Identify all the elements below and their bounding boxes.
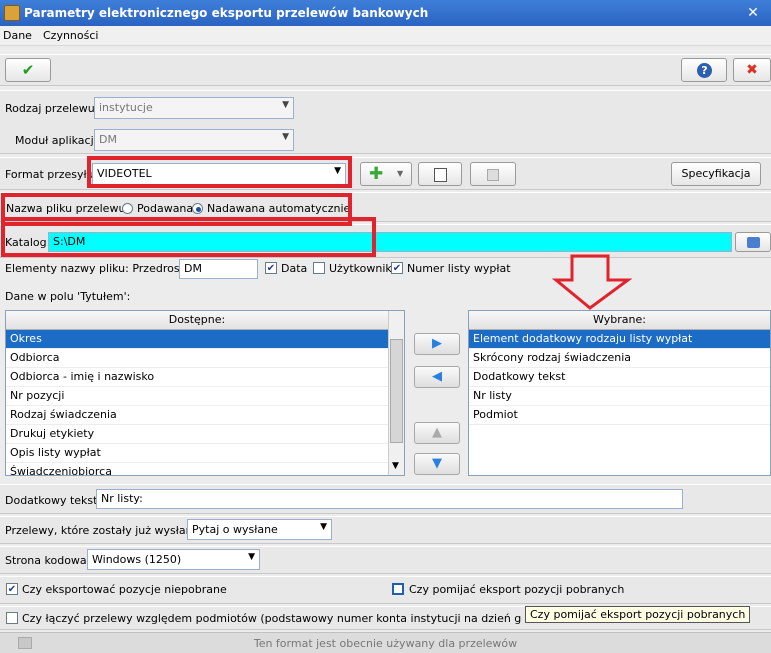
list-item[interactable]: Nr pozycji xyxy=(6,387,388,406)
check-pomijac[interactable] xyxy=(392,583,404,595)
scroll-down-icon[interactable]: ▼ xyxy=(392,461,399,471)
specification-button[interactable]: Specyfikacja xyxy=(671,162,761,186)
document-icon xyxy=(434,168,447,182)
check-numer-listy[interactable]: ✔ xyxy=(391,262,403,274)
wyslane-value: Pytaj o wysłane xyxy=(192,523,278,536)
selected-header: Wybrane: xyxy=(469,311,770,330)
rodzaj-select[interactable]: instytucje ▼ xyxy=(94,97,294,119)
check-uzytkownik[interactable] xyxy=(313,262,325,274)
toolbar: ✔ ? ✖ xyxy=(0,54,771,86)
list-item[interactable]: Nr listy xyxy=(469,387,770,406)
move-up-button[interactable]: ▲ xyxy=(414,422,460,444)
check-laczyc-label: Czy łączyć przelewy względem podmiotów (… xyxy=(22,612,522,625)
check-eksportowac[interactable]: ✔ xyxy=(6,583,18,595)
help-button[interactable]: ? xyxy=(681,58,727,82)
modul-label: Moduł aplikacji: xyxy=(15,134,101,147)
strona-label: Strona kodowa: xyxy=(5,554,91,567)
rodzaj-label: Rodzaj przelewu: xyxy=(5,102,99,115)
available-header: Dostępne: xyxy=(6,311,388,330)
edit-format-button[interactable] xyxy=(470,162,516,186)
menu-dane[interactable]: Dane xyxy=(3,29,32,42)
list-item[interactable]: Element dodatkowy rodzaju listy wypłat xyxy=(469,330,770,349)
cancel-button[interactable]: ✖ xyxy=(733,58,771,82)
list-item[interactable]: Odbiorca xyxy=(6,349,388,368)
check-data[interactable]: ✔ xyxy=(265,262,277,274)
move-down-button[interactable]: ▼ xyxy=(414,453,460,475)
highlight-box-format xyxy=(87,156,352,188)
rodzaj-value: instytucje xyxy=(99,101,153,114)
check-pomijac-label: Czy pomijać eksport pozycji pobranych xyxy=(409,583,625,596)
chevron-down-icon: ▼ xyxy=(248,552,255,562)
list-item[interactable]: Dodatkowy tekst xyxy=(469,368,770,387)
menu-czynnosci[interactable]: Czynności xyxy=(43,29,98,42)
list-item[interactable]: Okres xyxy=(6,330,388,349)
chevron-down-icon: ▼ xyxy=(282,100,289,110)
ok-button[interactable]: ✔ xyxy=(5,58,51,82)
copy-format-button[interactable] xyxy=(418,162,462,186)
check-uzytkownik-label: Użytkownik xyxy=(329,262,392,275)
selected-list[interactable]: Wybrane: Element dodatkowy rodzaju listy… xyxy=(468,310,771,476)
chevron-down-icon: ▼ xyxy=(320,522,327,532)
dodatkowy-input[interactable]: Nr listy: xyxy=(96,489,683,509)
extra-text-section: Dodatkowy tekst: Nr listy: xyxy=(0,484,771,514)
check-laczyc[interactable] xyxy=(6,612,18,624)
list-item[interactable]: Świadczeniobiorca xyxy=(6,463,388,482)
close-icon[interactable]: ✕ xyxy=(745,5,761,21)
menu-bar: Dane Czynności xyxy=(0,26,771,46)
title-bar: Parametry elektronicznego eksportu przel… xyxy=(0,0,771,26)
dodatkowy-label: Dodatkowy tekst: xyxy=(5,494,102,507)
remove-item-button[interactable]: ◀ xyxy=(414,366,460,388)
check-icon: ✔ xyxy=(21,61,35,79)
help-icon: ? xyxy=(697,63,712,78)
plus-icon: ✚ xyxy=(369,164,384,184)
status-bar: Ten format jest obecnie używany dla prze… xyxy=(0,632,771,653)
app-icon xyxy=(4,5,20,21)
chevron-down-icon: ▼ xyxy=(397,169,404,178)
list-item[interactable]: Podmiot xyxy=(469,406,770,425)
cancel-icon: ✖ xyxy=(746,62,758,78)
elementy-label: Elementy nazwy pliku: Przedrostek: xyxy=(5,262,201,275)
browse-button[interactable] xyxy=(735,232,771,252)
list-item[interactable]: Skrócony rodzaj świadczenia xyxy=(469,349,770,368)
add-format-button[interactable]: ✚ ▼ xyxy=(360,162,412,186)
tytul-label: Dane w polu 'Tytułem': xyxy=(5,290,131,303)
format-label: Format przesyłu: xyxy=(5,168,98,181)
add-item-button[interactable]: ▶ xyxy=(414,333,460,355)
list-item[interactable]: Rodzaj świadczenia xyxy=(6,406,388,425)
list-item[interactable]: Odbiorca - imię i nazwisko xyxy=(6,368,388,387)
scrollbar-thumb[interactable] xyxy=(390,339,403,443)
check-eksportowac-label: Czy eksportować pozycje niepobrane xyxy=(22,583,227,596)
codepage-section: Strona kodowa: Windows (1250) ▼ xyxy=(0,546,771,574)
chevron-down-icon: ▼ xyxy=(282,132,289,142)
tooltip: Czy pomijać eksport pozycji pobranych xyxy=(525,606,751,623)
footer-text: Ten format jest obecnie używany dla prze… xyxy=(253,637,518,650)
type-section: Rodzaj przelewu: instytucje ▼ Moduł apli… xyxy=(0,90,771,154)
strona-value: Windows (1250) xyxy=(92,553,182,566)
options-section: ✔ Czy eksportować pozycje niepobrane Czy… xyxy=(0,576,771,604)
annotation-arrow-icon xyxy=(552,254,632,310)
wyslane-label: Przelewy, które zostały już wysłane: xyxy=(5,524,204,537)
list-item[interactable]: Drukuj etykiety xyxy=(6,425,388,444)
prefix-input[interactable]: DM xyxy=(179,259,258,279)
modul-select[interactable]: DM ▼ xyxy=(94,129,294,151)
check-data-label: Data xyxy=(281,262,308,275)
wyslane-select[interactable]: Pytaj o wysłane ▼ xyxy=(187,519,332,540)
strona-select[interactable]: Windows (1250) ▼ xyxy=(87,549,260,570)
folder-icon xyxy=(747,237,760,248)
highlight-box-katalog xyxy=(1,217,376,257)
modul-value: DM xyxy=(99,133,117,146)
list-item[interactable]: Opis listy wypłat xyxy=(6,444,388,463)
window-title: Parametry elektronicznego eksportu przel… xyxy=(24,6,429,20)
sent-section: Przelewy, które zostały już wysłane: Pyt… xyxy=(0,516,771,544)
scrollbar[interactable]: ▼ xyxy=(388,311,404,475)
edit-icon xyxy=(487,169,499,181)
check-numer-listy-label: Numer listy wypłat xyxy=(407,262,511,275)
available-list[interactable]: Dostępne: Okres Odbiorca Odbiorca - imię… xyxy=(5,310,405,482)
